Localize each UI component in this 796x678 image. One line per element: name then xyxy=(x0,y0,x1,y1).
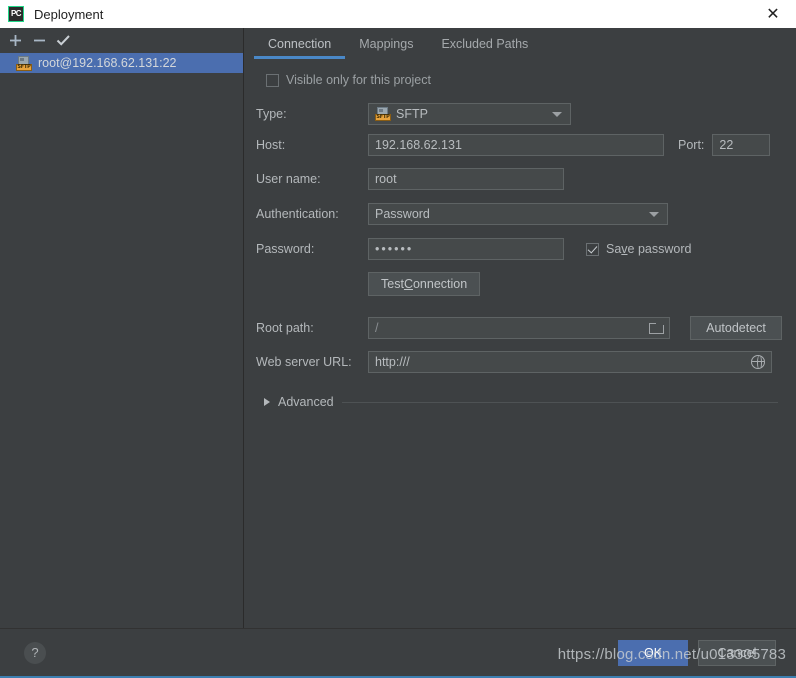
save-password-label: Save password xyxy=(606,242,692,256)
cancel-button[interactable]: Cancel xyxy=(698,639,776,666)
checkbox-box xyxy=(586,242,599,256)
authentication-label: Authentication: xyxy=(256,207,339,221)
minus-icon xyxy=(33,39,45,42)
web-server-url-input[interactable]: http:/// xyxy=(368,351,772,373)
root-path-label: Root path: xyxy=(256,321,314,335)
user-name-row: User name: root xyxy=(256,168,782,190)
chevron-right-icon xyxy=(264,398,270,406)
test-connection-button[interactable]: Test Connection xyxy=(368,272,481,296)
chevron-down-icon xyxy=(649,211,659,217)
save-password-checkbox[interactable]: Save password xyxy=(586,242,691,256)
folder-icon[interactable] xyxy=(649,322,664,334)
chevron-down-icon xyxy=(552,111,562,117)
advanced-divider xyxy=(341,401,778,403)
user-name-input[interactable]: root xyxy=(368,168,564,190)
password-input[interactable]: •••••• xyxy=(368,238,564,260)
window-title: Deployment xyxy=(34,6,104,22)
type-value: SFTP xyxy=(396,107,428,121)
set-default-server-button[interactable] xyxy=(52,30,74,52)
add-server-button[interactable] xyxy=(4,30,26,52)
authentication-row: Authentication: Password xyxy=(256,203,782,225)
server-label: root@192.168.62.131:22 xyxy=(38,56,177,70)
web-server-url-row: Web server URL: http:/// xyxy=(256,351,782,373)
password-row: Password: •••••• Save password xyxy=(256,238,782,260)
root-path-row: Root path: / Autodetect xyxy=(256,316,782,340)
visible-only-label: Visible only for this project xyxy=(286,73,431,87)
connection-settings-panel: Connection Mappings Excluded Paths Visib… xyxy=(244,28,796,628)
settings-tabs: Connection Mappings Excluded Paths xyxy=(244,28,796,59)
server-list-panel: SFTP root@192.168.62.131:22 xyxy=(0,28,244,628)
pycharm-app-icon: PC xyxy=(8,6,24,22)
web-server-url-label: Web server URL: xyxy=(256,355,352,369)
authentication-value: Password xyxy=(375,207,430,221)
port-input[interactable]: 22 xyxy=(712,134,771,156)
server-list-toolbar xyxy=(0,28,243,53)
close-icon[interactable]: ✕ xyxy=(750,0,796,28)
remove-server-button[interactable] xyxy=(28,30,50,52)
autodetect-button[interactable]: Autodetect xyxy=(690,316,782,340)
tab-connection[interactable]: Connection xyxy=(254,29,346,59)
advanced-section-toggle[interactable]: Advanced xyxy=(264,395,782,409)
root-path-input[interactable]: / xyxy=(368,317,670,339)
ok-button[interactable]: OK xyxy=(618,639,688,666)
title-bar: PC Deployment ✕ xyxy=(0,0,796,28)
visible-only-row: Visible only for this project xyxy=(256,69,782,91)
tab-excluded-paths[interactable]: Excluded Paths xyxy=(427,29,542,59)
help-button[interactable]: ? xyxy=(24,641,46,664)
web-server-url-value: http:/// xyxy=(375,355,410,369)
type-row: Type: SFTP SFTP xyxy=(256,103,782,125)
root-path-value: / xyxy=(375,321,379,335)
dialog-body: SFTP root@192.168.62.131:22 Connection M… xyxy=(0,28,796,628)
sftp-type-icon: SFTP xyxy=(375,107,391,121)
dialog-footer: ? OK Cancel xyxy=(0,628,796,676)
host-label: Host: xyxy=(256,138,286,152)
port-label: Port: xyxy=(678,138,705,152)
host-input[interactable]: 192.168.62.131 xyxy=(368,134,664,156)
host-row: Host: 192.168.62.131 Port: 22 xyxy=(256,134,782,156)
type-select[interactable]: SFTP SFTP xyxy=(368,103,571,125)
check-icon xyxy=(56,35,70,46)
type-label: Type: xyxy=(256,107,287,121)
test-connection-row: Test Connection xyxy=(256,272,782,296)
user-name-label: User name: xyxy=(256,172,321,186)
sftp-server-icon: SFTP xyxy=(16,55,32,71)
advanced-label: Advanced xyxy=(278,395,334,409)
authentication-select[interactable]: Password xyxy=(368,203,668,225)
connection-form: Visible only for this project Type: SFTP… xyxy=(244,59,796,628)
server-list[interactable]: SFTP root@192.168.62.131:22 xyxy=(0,53,243,628)
plus-icon xyxy=(9,35,21,46)
visible-only-checkbox[interactable]: Visible only for this project xyxy=(266,73,431,87)
checkbox-box xyxy=(266,73,279,87)
password-label: Password: xyxy=(256,242,315,256)
tab-mappings[interactable]: Mappings xyxy=(345,29,427,59)
list-item-server[interactable]: SFTP root@192.168.62.131:22 xyxy=(0,53,243,73)
globe-icon[interactable] xyxy=(751,355,765,369)
